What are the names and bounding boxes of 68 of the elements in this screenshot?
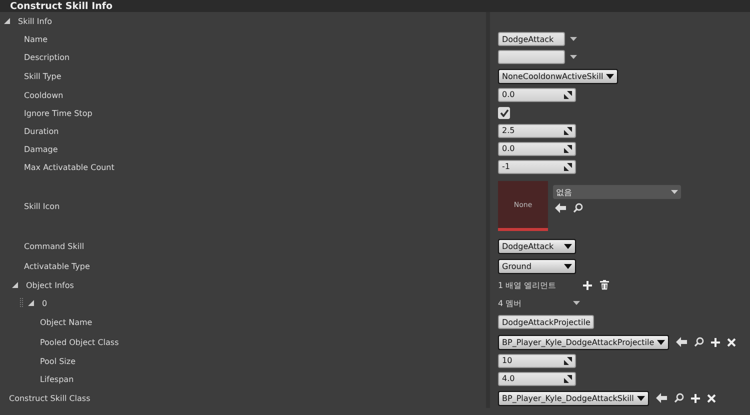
spin-handle-icon[interactable]	[564, 127, 572, 135]
expand-arrow-icon[interactable]	[28, 300, 34, 306]
search-icon[interactable]	[573, 203, 583, 213]
plus-icon[interactable]	[690, 394, 700, 402]
number-field[interactable]: 0.0	[498, 142, 576, 156]
caret-icon	[564, 244, 572, 248]
property-label: Ignore Time Stop	[23, 108, 92, 118]
property-label: Lifespan	[39, 374, 74, 384]
panel-title: Construct Skill Info	[10, 1, 113, 12]
expand-arrow-icon[interactable]	[4, 18, 10, 24]
close-icon[interactable]	[727, 338, 736, 346]
number-field[interactable]: 0.0	[498, 88, 576, 102]
checkbox[interactable]	[498, 107, 510, 119]
class-dropdown[interactable]: BP_Player_Kyle_DodgeAttackSkill	[498, 390, 649, 406]
property-label: Object Name	[39, 318, 92, 326]
property-label: Skill Info	[17, 16, 52, 26]
text-field[interactable]: DodgeAttack	[498, 32, 565, 46]
caret-icon	[636, 396, 645, 400]
plus-icon[interactable]	[711, 338, 720, 346]
class-dropdown[interactable]: BP_Player_Kyle_DodgeAttackProjectile	[498, 334, 670, 350]
property-label: Activatable Type	[23, 262, 90, 270]
enum-dropdown[interactable]: NoneCooldonwActiveSkill	[498, 68, 618, 84]
spin-handle-icon[interactable]	[564, 163, 572, 171]
spin-handle-icon[interactable]	[564, 357, 572, 365]
caret-icon	[657, 340, 666, 344]
property-label: Construct Skill Class	[8, 394, 90, 402]
property-label: Description	[23, 52, 70, 62]
close-icon[interactable]	[706, 394, 716, 402]
caret-icon	[671, 190, 678, 194]
element-count: 1 배열 엘리먼트	[498, 280, 556, 290]
caret-icon	[606, 74, 614, 78]
member-count: 4 멤버	[498, 298, 523, 308]
property-label: Command Skill	[23, 242, 84, 250]
enum-dropdown[interactable]: Ground	[498, 258, 576, 274]
asset-dropdown[interactable]: 없음	[553, 185, 681, 199]
property-label: Skill Type	[23, 72, 62, 80]
property-label: Damage	[23, 144, 58, 154]
number-field[interactable]: 4.0	[498, 372, 576, 386]
search-icon[interactable]	[674, 393, 684, 403]
spin-handle-icon[interactable]	[564, 375, 572, 383]
property-label: Skill Icon	[23, 202, 60, 210]
plus-icon[interactable]	[583, 280, 592, 290]
property-label: Name	[23, 34, 48, 44]
search-icon[interactable]	[694, 337, 704, 347]
number-field[interactable]: 2.5	[498, 124, 576, 138]
number-field[interactable]: 10	[498, 354, 576, 368]
caret-icon	[564, 264, 572, 268]
property-label: Pooled Object Class	[39, 338, 119, 346]
property-label: Object Infos	[25, 280, 74, 290]
property-label: Max Activatable Count	[23, 162, 114, 172]
trash-icon[interactable]	[600, 280, 610, 290]
property-label: 0	[41, 298, 48, 308]
property-label: Duration	[23, 126, 59, 136]
arrow-left-icon[interactable]	[656, 393, 667, 403]
property-label: Cooldown	[23, 90, 64, 100]
arrow-left-icon[interactable]	[555, 203, 566, 213]
arrow-left-icon[interactable]	[676, 337, 688, 347]
number-field[interactable]: -1	[498, 160, 576, 174]
expand-arrow-icon[interactable]	[12, 282, 18, 288]
caret-icon[interactable]	[573, 301, 580, 305]
text-field[interactable]	[498, 50, 565, 64]
caret-icon[interactable]	[570, 37, 577, 41]
spin-handle-icon[interactable]	[564, 91, 572, 99]
spin-handle-icon[interactable]	[564, 145, 572, 153]
enum-dropdown[interactable]: DodgeAttack	[498, 238, 576, 254]
caret-icon[interactable]	[570, 55, 577, 59]
property-label: Pool Size	[39, 356, 76, 366]
text-field[interactable]: DodgeAttackProjectile	[498, 315, 594, 329]
